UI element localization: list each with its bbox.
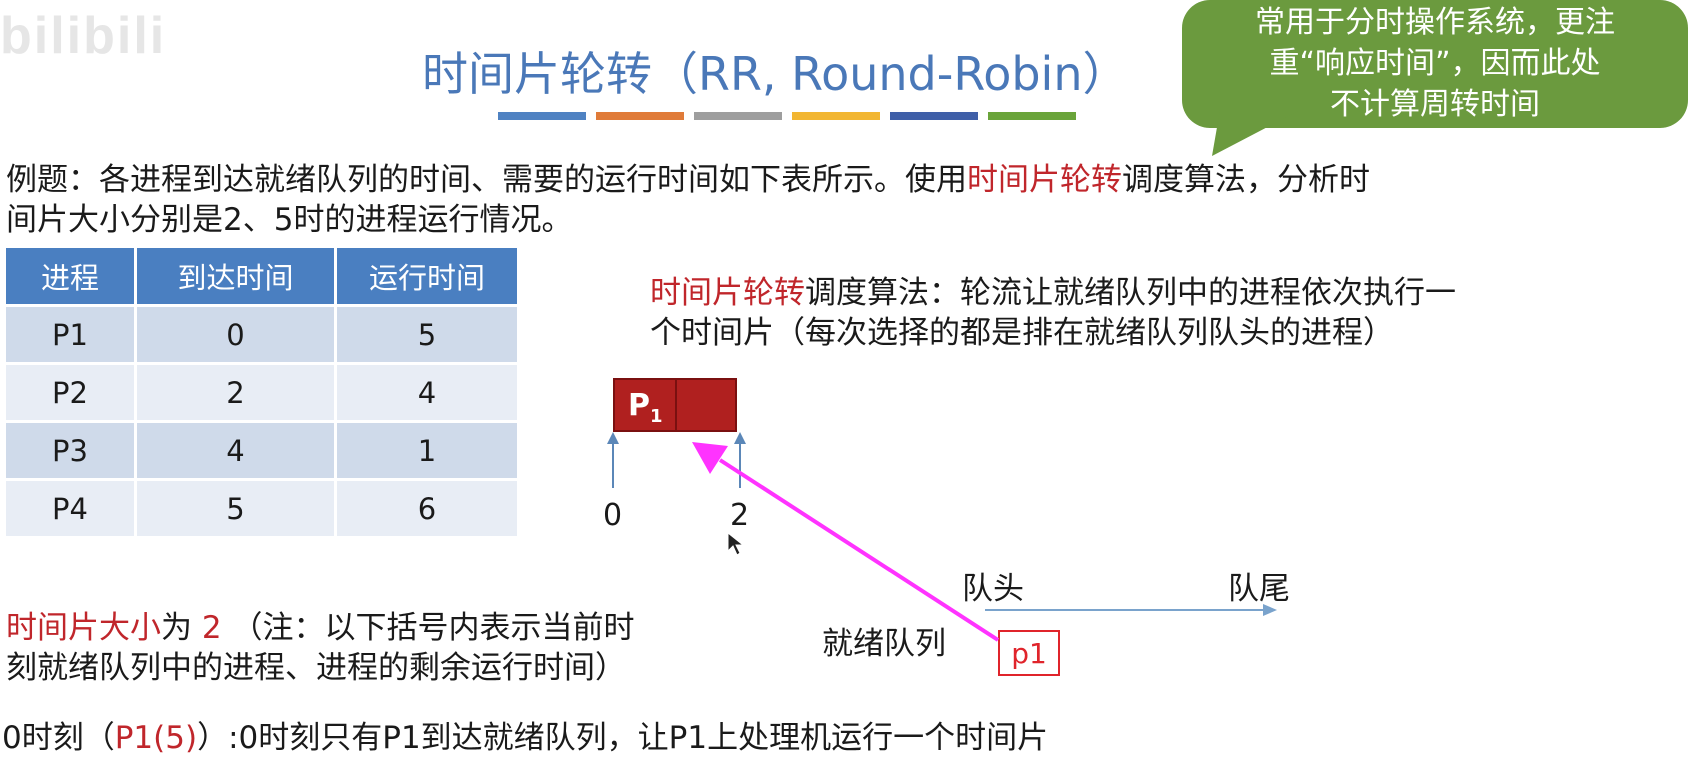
table-cell: 1 bbox=[335, 420, 520, 480]
title-bar bbox=[694, 112, 782, 120]
callout-tail bbox=[1212, 110, 1300, 156]
time0-suffix: ）:0时刻只有P1到达就绪队列，让P1上处理机运行一个时间片 bbox=[197, 720, 1049, 756]
table-cell: P3 bbox=[6, 420, 137, 480]
table-cell: P2 bbox=[6, 362, 137, 422]
title-bar bbox=[792, 112, 880, 120]
watermark-logo: bilibili bbox=[0, 7, 167, 65]
rr-rest: 调度算法：轮流让就绪队列中的进程依次执行一 bbox=[805, 275, 1456, 311]
rr-highlight: 时间片轮转 bbox=[650, 275, 805, 311]
example-prefix: 例题：各进程到达就绪队列的时间、需要的运行时间如下表所示。使用 bbox=[6, 162, 967, 198]
table-cell: 2 bbox=[135, 362, 337, 422]
table-header: 到达时间 bbox=[135, 248, 337, 306]
rr-description: 时间片轮转调度算法：轮流让就绪队列中的进程依次执行一 个时间片（每次选择的都是排… bbox=[650, 273, 1650, 353]
slice-note-line2: 刻就绪队列中的进程、进程的剩余运行时间） bbox=[6, 650, 626, 686]
title-bar bbox=[596, 112, 684, 120]
table-header: 进程 bbox=[6, 248, 137, 306]
title-bar bbox=[498, 112, 586, 120]
gantt-label-text: P bbox=[628, 388, 650, 423]
example-line2: 间片大小分别是2、5时的进程运行情况。 bbox=[6, 202, 573, 238]
rr-line2: 个时间片（每次选择的都是排在就绪队列队头的进程） bbox=[650, 315, 1394, 351]
queue-arrow bbox=[985, 604, 1277, 616]
table-cell: 4 bbox=[335, 362, 520, 422]
table-cell: 0 bbox=[135, 304, 337, 364]
slice-note-value: 2 bbox=[201, 610, 222, 646]
table-header: 运行时间 bbox=[335, 248, 520, 306]
slice-note-highlight: 时间片大小 bbox=[6, 610, 161, 646]
gantt-block-label: P1 bbox=[628, 388, 663, 427]
page-title: 时间片轮转（RR, Round-Robin） bbox=[422, 47, 1129, 101]
table-row: P4 5 6 bbox=[6, 478, 520, 536]
table-cell: 6 bbox=[335, 478, 520, 536]
time0-prefix: 0时刻（ bbox=[2, 720, 115, 756]
table-cell: 4 bbox=[135, 420, 337, 480]
title-bar bbox=[988, 112, 1076, 120]
table-cell: 5 bbox=[135, 478, 337, 536]
callout-line: 重“响应时间”，因而此处 bbox=[1269, 46, 1601, 81]
example-highlight: 时间片轮转 bbox=[967, 162, 1122, 198]
table-cell: 5 bbox=[335, 304, 520, 364]
slice-note: 时间片大小为 2 （注：以下括号内表示当前时 刻就绪队列中的进程、进程的剩余运行… bbox=[6, 608, 766, 688]
slice-note-mid: 为 bbox=[161, 610, 192, 646]
process-table: 进程 到达时间 运行时间 P1 0 5 P2 2 4 P3 4 1 P4 5 6 bbox=[6, 248, 520, 536]
slice-note-rest: （注：以下括号内表示当前时 bbox=[231, 610, 635, 646]
table-cell: P4 bbox=[6, 478, 137, 536]
example-suffix: 调度算法，分析时 bbox=[1122, 162, 1370, 198]
table-row: P3 4 1 bbox=[6, 420, 520, 480]
time0-highlight: P1(5) bbox=[114, 720, 198, 756]
title-underline-bars bbox=[498, 112, 1076, 120]
table-row: P1 0 5 bbox=[6, 304, 520, 364]
title-bar bbox=[890, 112, 978, 120]
table-header-row: 进程 到达时间 运行时间 bbox=[6, 248, 520, 306]
table-cell: P1 bbox=[6, 304, 137, 364]
table-row: P2 2 4 bbox=[6, 362, 520, 422]
gantt-tick-start: 0 bbox=[603, 498, 623, 533]
gantt-block-p1-continued bbox=[675, 378, 737, 432]
time0-text: 0时刻（P1(5)）:0时刻只有P1到达就绪队列，让P1上处理机运行一个时间片 bbox=[2, 718, 1602, 758]
gantt-label-sub: 1 bbox=[650, 406, 663, 427]
callout-bubble: 常用于分时操作系统，更注 重“响应时间”，因而此处 不计算周转时间 bbox=[1182, 0, 1688, 128]
callout-line: 常用于分时操作系统，更注 bbox=[1255, 5, 1615, 40]
example-text: 例题：各进程到达就绪队列的时间、需要的运行时间如下表所示。使用时间片轮转调度算法… bbox=[6, 160, 1606, 240]
